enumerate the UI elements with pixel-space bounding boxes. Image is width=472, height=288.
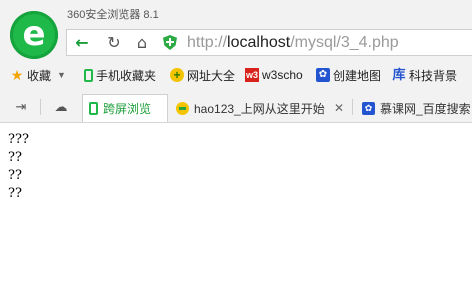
tab-hao123[interactable]: hao123_上网从这里开始 ✕ [170, 94, 350, 122]
bookmark-create-map[interactable]: ✿ 创建地图 [316, 66, 381, 84]
bookmark-tech-background[interactable]: 库 科技背景 [392, 66, 457, 84]
page-text-line: ?? [8, 186, 22, 201]
browser-logo-icon[interactable]: e [10, 11, 58, 59]
tab-label: 慕课网_百度搜索 [380, 101, 471, 116]
tab-cross-screen[interactable]: 跨屏浏览 [82, 94, 168, 122]
cloud-icon[interactable]: ☁ [48, 92, 74, 122]
browser-chrome: e 360安全浏览器 8.1 ← ↻ ⌂ http://localhost/my… [0, 0, 472, 123]
refresh-button[interactable]: ↻ [101, 30, 127, 55]
back-button[interactable]: ← [69, 30, 95, 55]
bookmark-label: 科技背景 [409, 68, 458, 83]
bookmark-label: 网址大全 [187, 68, 236, 83]
page-content: ??? ?? ?? ?? [8, 131, 29, 203]
tab-label: hao123_上网从这里开始 [194, 101, 325, 116]
close-icon[interactable]: ✕ [334, 101, 344, 115]
baidu-paw-icon: ✿ [316, 68, 330, 82]
hao123-icon [176, 101, 189, 115]
divider [352, 99, 353, 115]
tab-strip: ⇥ ☁ 跨屏浏览 hao123_上网从这里开始 ✕ ✿ 慕课网_百度搜索 [0, 92, 472, 123]
bookmark-mobile-favorites[interactable]: 手机收藏夹 [84, 66, 156, 84]
address-bar[interactable]: http://localhost/mysql/3_4.php [187, 32, 399, 54]
bookmark-favorites[interactable]: ★ 收藏 ▼ [10, 66, 66, 84]
star-icon: ★ [10, 67, 24, 83]
page-text-line: ??? [8, 132, 29, 147]
phone-icon [89, 102, 98, 115]
phone-icon [84, 68, 93, 82]
divider [40, 99, 41, 115]
shield-icon[interactable] [163, 35, 177, 50]
plus-icon: + [170, 68, 184, 82]
bookmark-label: w3scho [262, 68, 303, 82]
tab-label: 跨屏浏览 [103, 102, 152, 116]
url-scheme: http:// [187, 34, 228, 51]
chevron-down-icon[interactable]: ▼ [57, 70, 66, 80]
url-host: localhost [227, 34, 291, 51]
bookmark-site-directory[interactable]: + 网址大全 [170, 66, 235, 84]
home-button[interactable]: ⌂ [129, 30, 155, 55]
ku-icon: 库 [392, 67, 406, 82]
bookmark-label: 创建地图 [333, 68, 382, 83]
browser-title: 360安全浏览器 8.1 [67, 9, 159, 21]
w3-icon: w3 [245, 68, 259, 82]
navigation-bar: ← ↻ ⌂ http://localhost/mysql/3_4.php [66, 29, 472, 56]
tab-imooc-search[interactable]: ✿ 慕课网_百度搜索 [356, 94, 472, 122]
logo-letter: e [22, 14, 46, 54]
bookmark-label: 收藏 [27, 68, 52, 83]
bookmarks-bar: ★ 收藏 ▼ 手机收藏夹 + 网址大全 w3 w3scho ✿ 创建地图 库 科… [0, 63, 472, 87]
page-text-line: ?? [8, 168, 22, 183]
bookmark-w3school[interactable]: w3 w3scho [245, 66, 303, 84]
baidu-paw-icon: ✿ [362, 101, 375, 115]
page-text-line: ?? [8, 150, 22, 165]
url-path: /mysql/3_4.php [290, 34, 399, 51]
sidebar-toggle-icon[interactable]: ⇥ [8, 92, 34, 122]
bookmark-label: 手机收藏夹 [96, 68, 157, 83]
